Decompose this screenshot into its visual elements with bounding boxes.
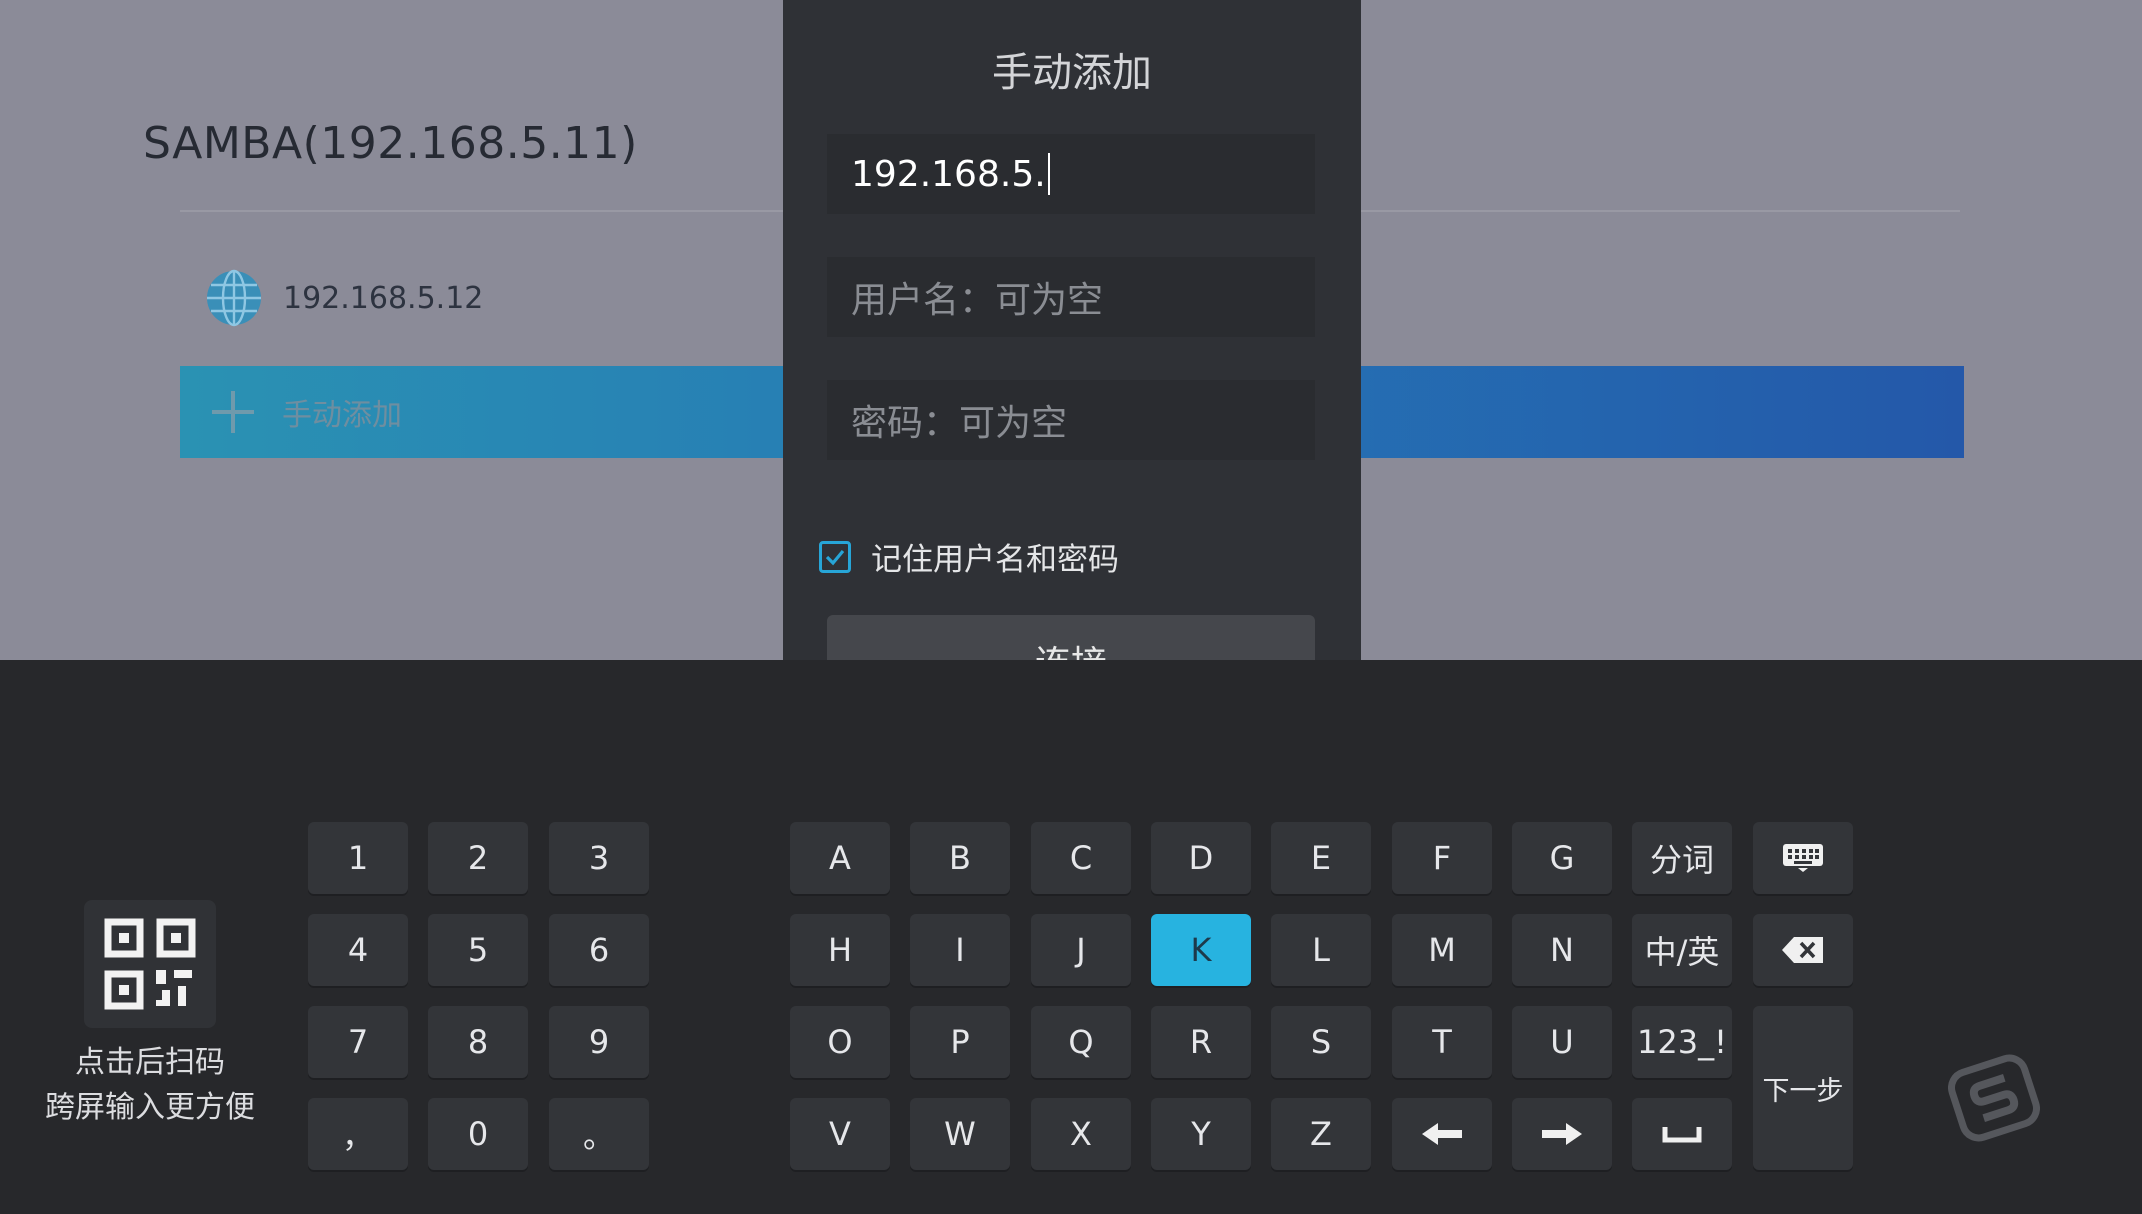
key-g[interactable]: G: [1512, 822, 1612, 894]
qr-code-icon: [104, 918, 196, 1010]
host-label: 192.168.5.12: [283, 280, 484, 316]
key-l[interactable]: L: [1271, 914, 1371, 986]
key-t[interactable]: T: [1392, 1006, 1492, 1078]
key-j[interactable]: J: [1031, 914, 1131, 986]
key-c[interactable]: C: [1031, 822, 1131, 894]
qr-hint: 点击后扫码 跨屏输入更方便: [0, 1040, 300, 1130]
key-b[interactable]: B: [910, 822, 1010, 894]
password-input[interactable]: 密码：可为空: [827, 380, 1315, 460]
key-1[interactable]: 1: [308, 822, 408, 894]
connect-button[interactable]: 连接: [827, 615, 1315, 660]
key-d[interactable]: D: [1151, 822, 1251, 894]
qr-scan-button[interactable]: [84, 900, 216, 1028]
key-8[interactable]: 8: [428, 1006, 528, 1078]
key-r[interactable]: R: [1151, 1006, 1251, 1078]
key-k[interactable]: K: [1151, 914, 1251, 986]
arrow-right-icon: [1542, 1123, 1582, 1145]
key-6[interactable]: 6: [549, 914, 649, 986]
username-input[interactable]: 用户名：可为空: [827, 257, 1315, 337]
key-0[interactable]: 0: [428, 1098, 528, 1170]
space-icon: [1662, 1127, 1702, 1143]
language-toggle-key[interactable]: 中/英: [1632, 914, 1732, 986]
key-n[interactable]: N: [1512, 914, 1612, 986]
key-s[interactable]: S: [1271, 1006, 1371, 1078]
manual-add-dialog: 手动添加 192.168.5. 用户名：可为空 密码：可为空 记住用户名和密码 …: [783, 0, 1361, 660]
key-v[interactable]: V: [790, 1098, 890, 1170]
qr-hint-line2: 跨屏输入更方便: [45, 1090, 255, 1125]
key-y[interactable]: Y: [1151, 1098, 1251, 1170]
backspace-key[interactable]: [1753, 914, 1853, 986]
checkbox-checked-icon: [819, 540, 851, 573]
key-m[interactable]: M: [1392, 914, 1492, 986]
key-w[interactable]: W: [910, 1098, 1010, 1170]
key-x[interactable]: X: [1031, 1098, 1131, 1170]
qr-hint-line1: 点击后扫码: [75, 1045, 225, 1080]
key-2[interactable]: 2: [428, 822, 528, 894]
key-4[interactable]: 4: [308, 914, 408, 986]
hide-keyboard-key[interactable]: [1753, 822, 1853, 894]
key-period[interactable]: 。: [549, 1098, 649, 1170]
sogou-logo-icon: [1948, 1054, 2040, 1142]
plus-icon: [212, 391, 254, 433]
globe-icon: [207, 269, 261, 327]
dialog-title: 手动添加: [992, 50, 1152, 96]
host-list-item[interactable]: 192.168.5.12: [205, 268, 805, 328]
keyboard-icon: [1783, 844, 1823, 872]
cursor-left-key[interactable]: [1392, 1098, 1492, 1170]
key-z[interactable]: Z: [1271, 1098, 1371, 1170]
key-u[interactable]: U: [1512, 1006, 1612, 1078]
space-key[interactable]: [1632, 1098, 1732, 1170]
key-3[interactable]: 3: [549, 822, 649, 894]
symbols-key[interactable]: 123_!: [1632, 1006, 1732, 1078]
arrow-left-icon: [1422, 1123, 1462, 1145]
key-e[interactable]: E: [1271, 822, 1371, 894]
remember-label: 记住用户名和密码: [871, 542, 1119, 578]
key-comma[interactable]: ，: [308, 1098, 408, 1170]
key-i[interactable]: I: [910, 914, 1010, 986]
backspace-icon: [1782, 937, 1823, 963]
key-a[interactable]: A: [790, 822, 890, 894]
key-o[interactable]: O: [790, 1006, 890, 1078]
key-5[interactable]: 5: [428, 914, 528, 986]
cursor-right-key[interactable]: [1512, 1098, 1612, 1170]
key-p[interactable]: P: [910, 1006, 1010, 1078]
key-f[interactable]: F: [1392, 822, 1492, 894]
segment-key[interactable]: 分词: [1632, 822, 1732, 894]
text-caret: [1047, 153, 1050, 195]
key-h[interactable]: H: [790, 914, 890, 986]
key-q[interactable]: Q: [1031, 1006, 1131, 1078]
key-9[interactable]: 9: [549, 1006, 649, 1078]
manual-add-label: 手动添加: [282, 398, 402, 433]
server-title: SAMBA(192.168.5.11): [143, 118, 638, 169]
remember-credentials-checkbox[interactable]: 记住用户名和密码: [819, 534, 1119, 579]
key-7[interactable]: 7: [308, 1006, 408, 1078]
next-step-key[interactable]: 下一步: [1753, 1006, 1853, 1170]
ip-address-input[interactable]: 192.168.5.: [827, 134, 1315, 214]
ip-value: 192.168.5.: [851, 153, 1046, 195]
